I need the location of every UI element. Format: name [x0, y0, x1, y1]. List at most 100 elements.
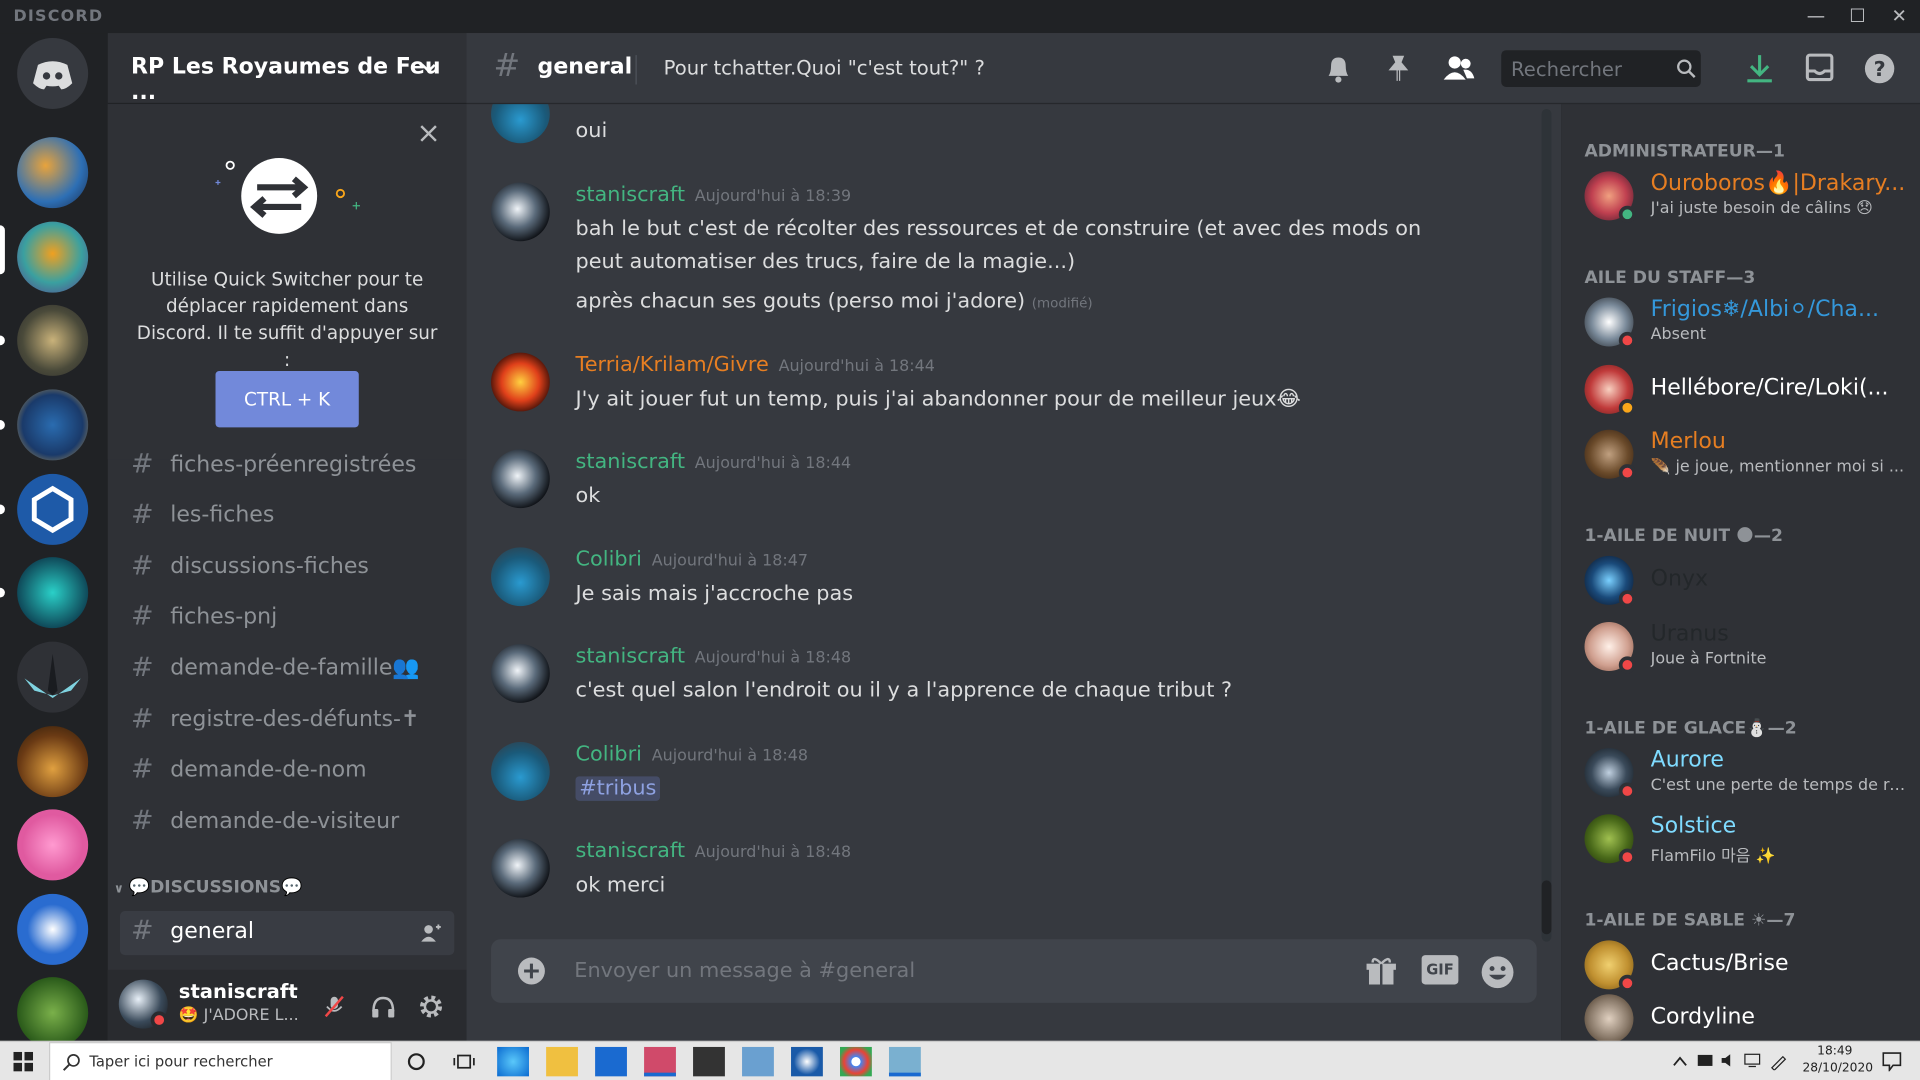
avatar[interactable] [491, 838, 550, 898]
channel-item[interactable]: # les-fiches [120, 495, 454, 539]
chrome-icon[interactable] [840, 1046, 872, 1077]
channel-item[interactable]: # discussions-fiches [120, 546, 454, 590]
message-composer[interactable]: Envoyer un message à #general GIF [491, 939, 1537, 1003]
server-tree-icon[interactable] [17, 557, 89, 629]
server-pony-icon[interactable] [17, 809, 89, 881]
add-attachment-icon[interactable] [517, 956, 546, 985]
message-author[interactable]: staniscraft Aujourd'hui à 18:48 [576, 839, 852, 863]
message-timestamp: Aujourd'hui à 18:48 [694, 648, 852, 668]
shortcut-button[interactable]: CTRL + K [215, 371, 359, 428]
channel-item[interactable]: # demande-de-nom [120, 749, 454, 793]
composer-placeholder: Envoyer un message à #general [574, 958, 916, 984]
member-item[interactable]: Cordyline [1572, 988, 1915, 1041]
member-item[interactable]: Uranus Joue à Fortnite [1572, 616, 1915, 677]
message-author[interactable]: staniscraft Aujourd'hui à 18:44 [576, 449, 852, 473]
network-icon[interactable] [1744, 1053, 1761, 1068]
avatar[interactable] [491, 182, 550, 242]
home-button[interactable] [17, 37, 89, 109]
category-discussions[interactable]: ∨ 💬DISCUSSIONS💬 [114, 878, 303, 898]
member-item[interactable]: Cactus/Brise [1572, 934, 1915, 995]
server-league-icon[interactable] [17, 389, 89, 461]
member-item[interactable]: Solstice FlamFilo 마음 ✨ [1572, 808, 1915, 869]
message-author[interactable]: Colibri Aujourd'hui à 18:48 [576, 742, 809, 766]
gift-icon[interactable] [1365, 955, 1397, 987]
windows-start-icon[interactable] [13, 1051, 34, 1072]
member-item[interactable]: Hellébore/Cire/Loki(... [1572, 359, 1915, 420]
members-list-icon[interactable] [1441, 53, 1475, 85]
taskbar-search-input[interactable]: Taper ici pour rechercher [48, 1042, 392, 1080]
member-item[interactable]: Merlou 🪶 je joue, mentionner moi si ... [1572, 424, 1915, 485]
task-view-icon[interactable] [453, 1052, 475, 1072]
mail-icon[interactable] [595, 1046, 627, 1077]
file-explorer-icon[interactable] [546, 1046, 578, 1077]
gif-button[interactable]: GIF [1421, 955, 1459, 985]
server-anime-icon[interactable] [17, 893, 89, 965]
shopping-bag-icon[interactable] [693, 1046, 725, 1077]
volume-icon[interactable] [1720, 1053, 1737, 1068]
status-indicator [150, 1011, 168, 1029]
discord-window: DISCORD — ☐ ✕ RP Les Royaumes de Feu ...… [0, 0, 1920, 1080]
notifications-icon[interactable] [1882, 1052, 1902, 1072]
member-item[interactable]: Frigios❄/Albi⚪/Cha... Absent [1572, 291, 1915, 352]
server-cube-icon[interactable] [17, 473, 89, 545]
scrollbar-thumb[interactable] [1541, 880, 1552, 935]
server-spiral-icon[interactable] [17, 304, 89, 376]
channel-item[interactable]: # demande-de-famille👥 [120, 648, 454, 692]
emoji-icon[interactable] [1480, 955, 1514, 989]
search-input[interactable]: Rechercher [1501, 50, 1701, 87]
message-author[interactable]: Terria/Krilam/Givre Aujourd'hui à 18:44 [576, 353, 935, 377]
store-app-icon[interactable] [644, 1046, 676, 1077]
app-circle-icon[interactable] [791, 1046, 823, 1077]
channel-topic[interactable]: Pour tchatter.Quoi "c'est tout?" ? [664, 56, 985, 79]
settings-gear-icon[interactable] [418, 993, 445, 1020]
channel-item-general[interactable]: # general [120, 911, 455, 956]
close-icon[interactable] [419, 124, 439, 144]
message-author[interactable]: staniscraft Aujourd'hui à 18:48 [576, 644, 852, 668]
server-dragon-icon[interactable] [17, 137, 89, 209]
edge-browser-icon[interactable] [497, 1046, 529, 1077]
avatar[interactable] [491, 742, 550, 801]
server-header[interactable]: RP Les Royaumes de Feu ... [107, 33, 467, 105]
chat-scrollbar[interactable] [1541, 108, 1552, 942]
microphone-muted-icon[interactable] [322, 994, 346, 1018]
avatar[interactable] [491, 449, 550, 509]
server-dragon-silhouette-icon[interactable] [17, 641, 89, 713]
python-icon[interactable] [742, 1046, 774, 1077]
member-item[interactable]: Onyx [1572, 550, 1915, 611]
channel-mention[interactable]: #tribus [575, 776, 661, 801]
discord-taskbar-icon[interactable] [888, 1046, 921, 1077]
clock-time[interactable]: 18:49 [1817, 1044, 1852, 1057]
search-icon [62, 1054, 80, 1071]
search-icon [1677, 59, 1696, 79]
notification-bell-icon[interactable] [1324, 53, 1353, 85]
clock-date[interactable]: 28/10/2020 [1802, 1062, 1873, 1075]
close-window-button[interactable]: ✕ [1878, 0, 1920, 33]
server-book-icon[interactable] [17, 726, 89, 798]
message-author[interactable]: Colibri Aujourd'hui à 18:47 [576, 547, 809, 571]
avatar[interactable] [491, 644, 550, 703]
download-icon[interactable] [1745, 53, 1774, 85]
server-chaispas-icon[interactable] [17, 977, 89, 1049]
avatar[interactable] [491, 352, 550, 412]
channel-item[interactable]: # fiches-pnj [120, 596, 454, 640]
pin-icon[interactable] [1384, 53, 1413, 85]
inbox-icon[interactable] [1805, 53, 1834, 82]
message-timestamp: Aujourd'hui à 18:48 [694, 843, 852, 863]
cortana-icon[interactable] [407, 1052, 427, 1072]
avatar[interactable] [491, 547, 550, 607]
member-item[interactable]: Aurore C'est une perte de temps de ré... [1572, 742, 1915, 803]
message-author[interactable]: staniscraft Aujourd'hui à 18:39 [576, 182, 852, 206]
pen-icon[interactable] [1769, 1053, 1787, 1071]
server-royaumes-icon[interactable] [17, 221, 89, 293]
help-icon[interactable]: ? [1864, 53, 1896, 85]
member-item[interactable]: Ouroboros🔥|Drakary... J'ai juste besoin … [1572, 165, 1915, 226]
channel-item[interactable]: # fiches-préenregistrées [120, 444, 454, 488]
minimize-button[interactable]: — [1795, 0, 1837, 33]
headphones-icon[interactable] [370, 994, 397, 1018]
invite-icon[interactable] [420, 923, 442, 943]
message-timestamp: Aujourd'hui à 18:44 [778, 357, 935, 376]
channel-item[interactable]: # demande-de-visiteur [120, 801, 454, 845]
channel-item[interactable]: # registre-des-défunts-✝ [120, 699, 454, 743]
tray-arrow-icon[interactable] [1673, 1054, 1688, 1069]
maximize-button[interactable]: ☐ [1837, 0, 1879, 33]
